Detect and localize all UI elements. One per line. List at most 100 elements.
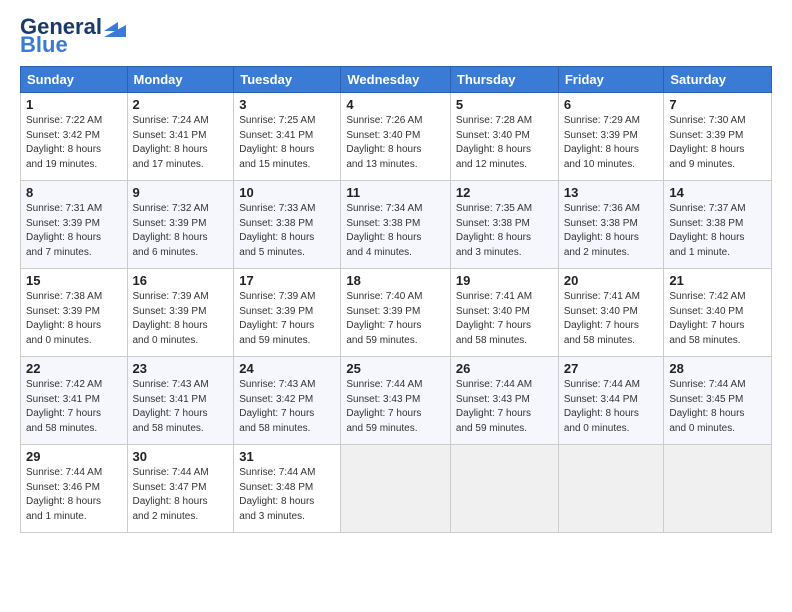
day-number: 27 [564,361,659,376]
day-info: Sunrise: 7:30 AM Sunset: 3:39 PM Dayligh… [669,114,766,172]
day-number: 20 [564,273,659,288]
calendar-cell: 24 Sunrise: 7:43 AM Sunset: 3:42 PM Dayl… [234,357,341,445]
calendar-cell: 20 Sunrise: 7:41 AM Sunset: 3:40 PM Dayl… [558,269,664,357]
day-number: 21 [669,273,766,288]
day-number: 4 [346,97,445,112]
day-info: Sunrise: 7:44 AM Sunset: 3:44 PM Dayligh… [564,378,659,436]
day-info: Sunrise: 7:44 AM Sunset: 3:45 PM Dayligh… [669,378,766,436]
day-number: 26 [456,361,553,376]
calendar-week-2: 8 Sunrise: 7:31 AM Sunset: 3:39 PM Dayli… [21,181,772,269]
calendar-cell [664,445,772,533]
header-friday: Friday [558,67,664,93]
day-number: 19 [456,273,553,288]
calendar-cell: 25 Sunrise: 7:44 AM Sunset: 3:43 PM Dayl… [341,357,451,445]
header-sunday: Sunday [21,67,128,93]
calendar-week-1: 1 Sunrise: 7:22 AM Sunset: 3:42 PM Dayli… [21,93,772,181]
day-number: 22 [26,361,122,376]
day-number: 5 [456,97,553,112]
day-info: Sunrise: 7:31 AM Sunset: 3:39 PM Dayligh… [26,202,122,260]
calendar-cell: 31 Sunrise: 7:44 AM Sunset: 3:48 PM Dayl… [234,445,341,533]
day-info: Sunrise: 7:35 AM Sunset: 3:38 PM Dayligh… [456,202,553,260]
calendar-cell: 2 Sunrise: 7:24 AM Sunset: 3:41 PM Dayli… [127,93,234,181]
day-number: 25 [346,361,445,376]
day-number: 2 [133,97,229,112]
day-info: Sunrise: 7:41 AM Sunset: 3:40 PM Dayligh… [456,290,553,348]
calendar-cell: 4 Sunrise: 7:26 AM Sunset: 3:40 PM Dayli… [341,93,451,181]
day-info: Sunrise: 7:32 AM Sunset: 3:39 PM Dayligh… [133,202,229,260]
day-number: 13 [564,185,659,200]
day-info: Sunrise: 7:28 AM Sunset: 3:40 PM Dayligh… [456,114,553,172]
calendar-cell: 9 Sunrise: 7:32 AM Sunset: 3:39 PM Dayli… [127,181,234,269]
day-info: Sunrise: 7:33 AM Sunset: 3:38 PM Dayligh… [239,202,335,260]
day-number: 17 [239,273,335,288]
calendar-cell: 22 Sunrise: 7:42 AM Sunset: 3:41 PM Dayl… [21,357,128,445]
calendar-cell: 19 Sunrise: 7:41 AM Sunset: 3:40 PM Dayl… [450,269,558,357]
logo: General Blue [20,16,126,56]
day-info: Sunrise: 7:29 AM Sunset: 3:39 PM Dayligh… [564,114,659,172]
header-tuesday: Tuesday [234,67,341,93]
day-info: Sunrise: 7:26 AM Sunset: 3:40 PM Dayligh… [346,114,445,172]
day-info: Sunrise: 7:39 AM Sunset: 3:39 PM Dayligh… [239,290,335,348]
header-saturday: Saturday [664,67,772,93]
day-info: Sunrise: 7:37 AM Sunset: 3:38 PM Dayligh… [669,202,766,260]
day-info: Sunrise: 7:40 AM Sunset: 3:39 PM Dayligh… [346,290,445,348]
calendar-cell: 18 Sunrise: 7:40 AM Sunset: 3:39 PM Dayl… [341,269,451,357]
calendar-cell: 23 Sunrise: 7:43 AM Sunset: 3:41 PM Dayl… [127,357,234,445]
day-number: 15 [26,273,122,288]
calendar-cell: 13 Sunrise: 7:36 AM Sunset: 3:38 PM Dayl… [558,181,664,269]
day-number: 23 [133,361,229,376]
calendar-cell: 15 Sunrise: 7:38 AM Sunset: 3:39 PM Dayl… [21,269,128,357]
calendar-cell: 7 Sunrise: 7:30 AM Sunset: 3:39 PM Dayli… [664,93,772,181]
calendar-cell [450,445,558,533]
day-number: 16 [133,273,229,288]
calendar-cell [558,445,664,533]
calendar-cell: 14 Sunrise: 7:37 AM Sunset: 3:38 PM Dayl… [664,181,772,269]
calendar-cell: 30 Sunrise: 7:44 AM Sunset: 3:47 PM Dayl… [127,445,234,533]
header-thursday: Thursday [450,67,558,93]
calendar-cell: 16 Sunrise: 7:39 AM Sunset: 3:39 PM Dayl… [127,269,234,357]
day-info: Sunrise: 7:39 AM Sunset: 3:39 PM Dayligh… [133,290,229,348]
day-info: Sunrise: 7:44 AM Sunset: 3:43 PM Dayligh… [346,378,445,436]
calendar-cell: 3 Sunrise: 7:25 AM Sunset: 3:41 PM Dayli… [234,93,341,181]
calendar-week-3: 15 Sunrise: 7:38 AM Sunset: 3:39 PM Dayl… [21,269,772,357]
day-number: 11 [346,185,445,200]
day-number: 7 [669,97,766,112]
calendar-cell: 29 Sunrise: 7:44 AM Sunset: 3:46 PM Dayl… [21,445,128,533]
calendar-week-4: 22 Sunrise: 7:42 AM Sunset: 3:41 PM Dayl… [21,357,772,445]
day-info: Sunrise: 7:24 AM Sunset: 3:41 PM Dayligh… [133,114,229,172]
days-header-row: Sunday Monday Tuesday Wednesday Thursday… [21,67,772,93]
day-info: Sunrise: 7:34 AM Sunset: 3:38 PM Dayligh… [346,202,445,260]
day-number: 18 [346,273,445,288]
day-info: Sunrise: 7:43 AM Sunset: 3:42 PM Dayligh… [239,378,335,436]
calendar-cell: 21 Sunrise: 7:42 AM Sunset: 3:40 PM Dayl… [664,269,772,357]
day-info: Sunrise: 7:43 AM Sunset: 3:41 PM Dayligh… [133,378,229,436]
logo-blue: Blue [20,34,68,56]
calendar-cell: 12 Sunrise: 7:35 AM Sunset: 3:38 PM Dayl… [450,181,558,269]
page-header: General Blue [20,16,772,56]
day-number: 3 [239,97,335,112]
day-info: Sunrise: 7:44 AM Sunset: 3:43 PM Dayligh… [456,378,553,436]
calendar-cell: 8 Sunrise: 7:31 AM Sunset: 3:39 PM Dayli… [21,181,128,269]
day-info: Sunrise: 7:42 AM Sunset: 3:41 PM Dayligh… [26,378,122,436]
calendar-cell [341,445,451,533]
day-number: 24 [239,361,335,376]
calendar-cell: 26 Sunrise: 7:44 AM Sunset: 3:43 PM Dayl… [450,357,558,445]
day-info: Sunrise: 7:38 AM Sunset: 3:39 PM Dayligh… [26,290,122,348]
header-monday: Monday [127,67,234,93]
day-number: 6 [564,97,659,112]
calendar-cell: 17 Sunrise: 7:39 AM Sunset: 3:39 PM Dayl… [234,269,341,357]
day-info: Sunrise: 7:41 AM Sunset: 3:40 PM Dayligh… [564,290,659,348]
day-number: 31 [239,449,335,464]
day-number: 12 [456,185,553,200]
day-number: 30 [133,449,229,464]
calendar-week-5: 29 Sunrise: 7:44 AM Sunset: 3:46 PM Dayl… [21,445,772,533]
day-number: 1 [26,97,122,112]
calendar-cell: 28 Sunrise: 7:44 AM Sunset: 3:45 PM Dayl… [664,357,772,445]
calendar-cell: 11 Sunrise: 7:34 AM Sunset: 3:38 PM Dayl… [341,181,451,269]
day-number: 14 [669,185,766,200]
day-info: Sunrise: 7:44 AM Sunset: 3:48 PM Dayligh… [239,466,335,524]
calendar-cell: 6 Sunrise: 7:29 AM Sunset: 3:39 PM Dayli… [558,93,664,181]
day-number: 28 [669,361,766,376]
header-wednesday: Wednesday [341,67,451,93]
calendar-cell: 1 Sunrise: 7:22 AM Sunset: 3:42 PM Dayli… [21,93,128,181]
